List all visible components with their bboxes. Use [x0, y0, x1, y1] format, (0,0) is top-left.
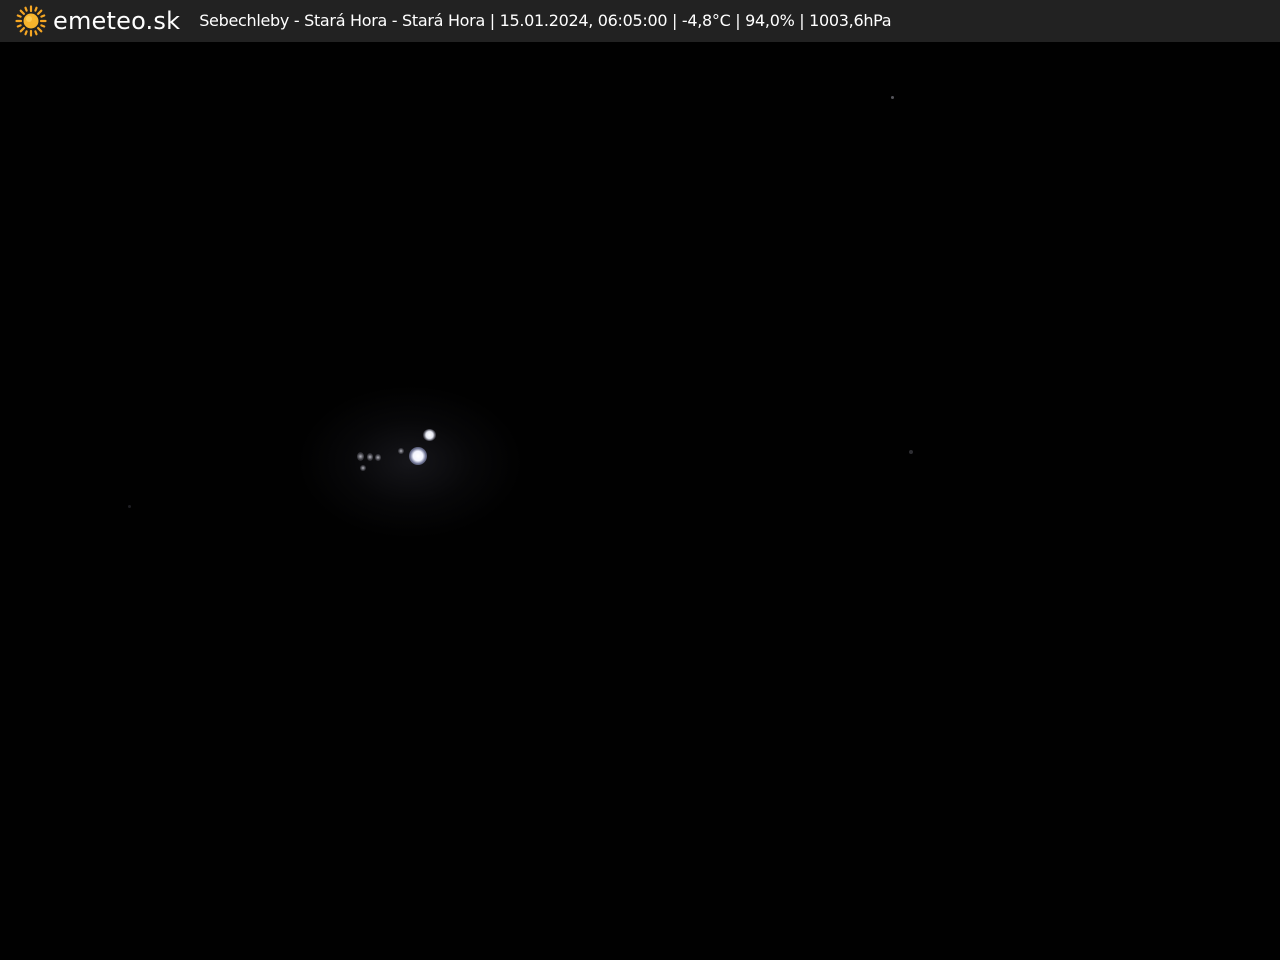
distant-light — [375, 454, 381, 461]
star-speck — [128, 505, 131, 508]
bright-light — [409, 447, 427, 465]
sun-icon — [15, 5, 47, 37]
logo[interactable]: emeteo.sk — [15, 0, 180, 42]
distant-light — [367, 453, 373, 461]
distant-light — [360, 465, 366, 471]
station-caption: Sebechleby - Stará Hora - Stará Hora | 1… — [199, 11, 892, 30]
star-speck — [909, 450, 913, 454]
distant-light — [357, 452, 364, 461]
distant-light — [398, 448, 404, 454]
header-bar: emeteo.sk Sebechleby - Stará Hora - Star… — [0, 0, 1280, 42]
brand-name: emeteo.sk — [53, 7, 181, 35]
webcam-image — [0, 42, 1280, 960]
light-haze — [300, 387, 520, 537]
bright-light — [423, 429, 436, 441]
star-speck — [891, 96, 894, 99]
webcam-frame: emeteo.sk Sebechleby - Stará Hora - Star… — [0, 0, 1280, 960]
